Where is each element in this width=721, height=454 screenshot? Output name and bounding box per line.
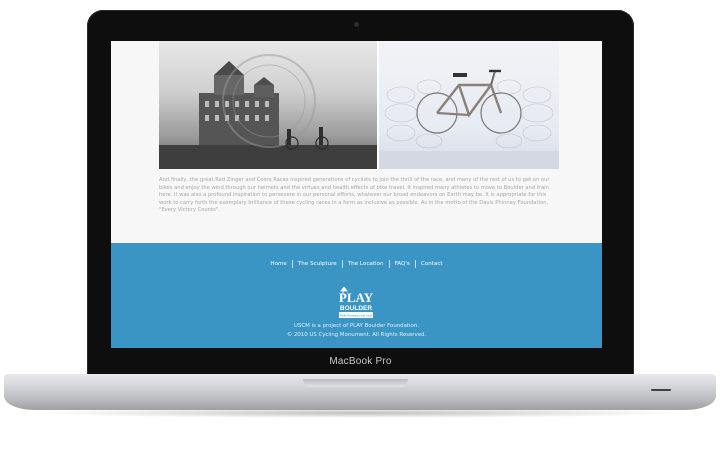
play-boulder-logo[interactable]: PLAY BOULDER Parks Recreation And Youth: [335, 286, 377, 320]
nav-link-the-sculpture[interactable]: The Sculpture: [291, 260, 342, 268]
logo-text-top: PLAY: [339, 290, 374, 305]
photo-row: [159, 41, 559, 169]
article-paragraph: And finally, the great Red Zinger and Co…: [159, 177, 550, 214]
nav-link-contact[interactable]: Contact: [414, 260, 448, 268]
device-brand-label: MacBook Pro: [329, 356, 392, 367]
footer-copyright: © 2010 US Cycling Monument. All Rights R…: [286, 332, 427, 338]
nav-link-the-location[interactable]: The Location: [341, 260, 389, 268]
footer-credit: USCM is a project of PLAY Boulder Founda…: [294, 323, 419, 329]
historic-building-photo: [159, 41, 377, 169]
browser-viewport: And finally, the great Red Zinger and Co…: [111, 41, 602, 348]
laptop-lid-notch: [303, 379, 408, 387]
site-footer: Home The Sculpture The Location FAQ's Contac…: [111, 243, 602, 348]
logo-text-bottom: BOULDER: [340, 305, 372, 312]
nav-link-faqs[interactable]: FAQ's: [388, 260, 415, 268]
bicycle-sculpture-photo: [379, 41, 559, 169]
logo-tagline: Parks Recreation And Youth: [340, 314, 373, 318]
camera-icon: [354, 22, 359, 27]
sleep-indicator-light: [651, 389, 671, 391]
nav-link-home[interactable]: Home: [265, 260, 292, 268]
footer-nav: Home The Sculpture The Location FAQ's Contac…: [111, 260, 602, 268]
